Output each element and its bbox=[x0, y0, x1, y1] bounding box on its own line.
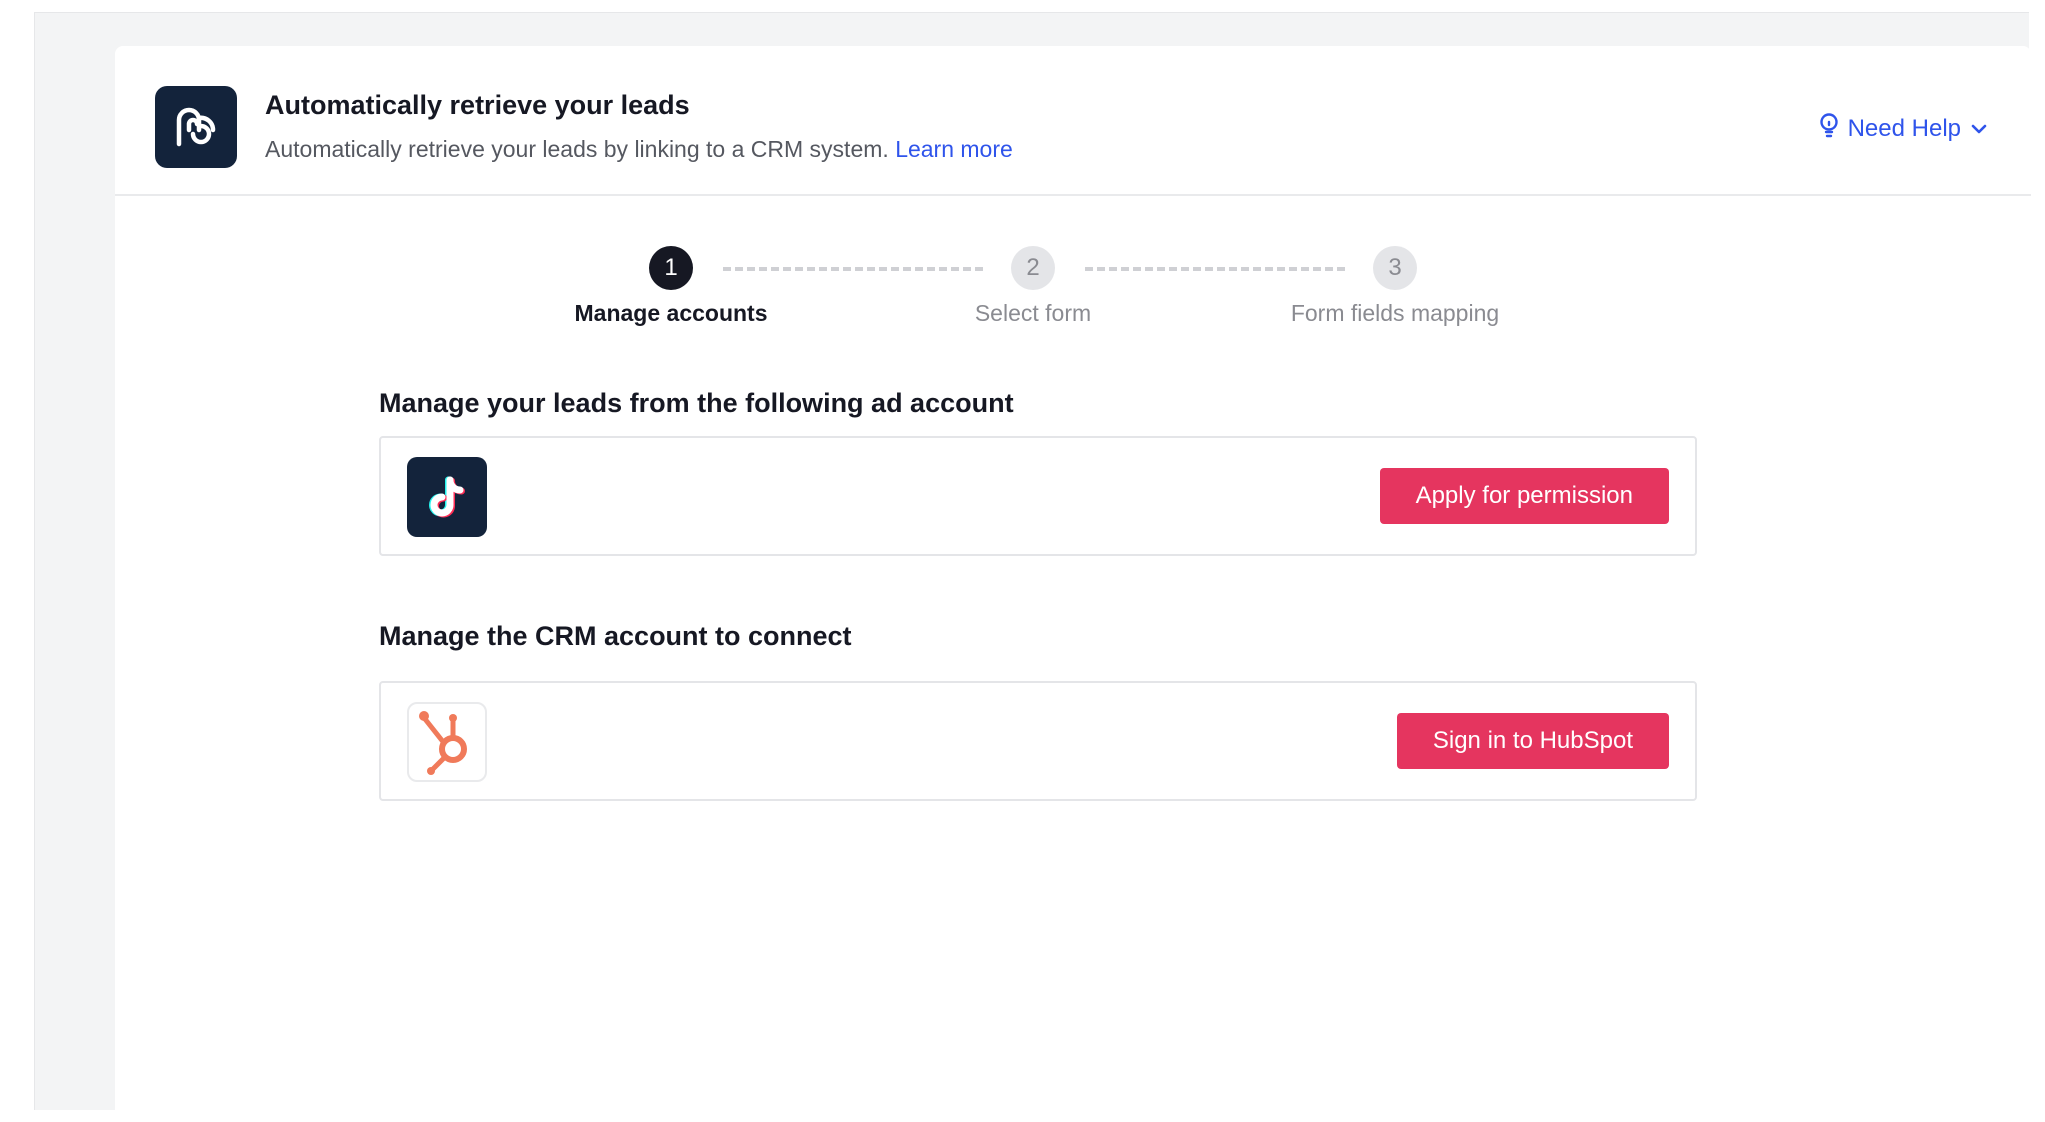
ad-account-section-title: Manage your leads from the following ad … bbox=[379, 388, 1014, 418]
hubspot-logo-icon bbox=[407, 702, 487, 782]
learn-more-link[interactable]: Learn more bbox=[895, 136, 1013, 162]
crm-account-section-title: Manage the CRM account to connect bbox=[379, 621, 852, 651]
need-help-label: Need Help bbox=[1847, 114, 1961, 142]
subtitle-text: Automatically retrieve your leads by lin… bbox=[265, 136, 889, 162]
page-title: Automatically retrieve your leads bbox=[265, 90, 690, 120]
ad-account-box: Apply for permission bbox=[379, 436, 1697, 556]
progress-stepper: 1 Manage accounts 2 Select form 3 Form f… bbox=[115, 246, 2031, 336]
lightbulb-icon bbox=[1818, 112, 1840, 145]
apply-for-permission-button[interactable]: Apply for permission bbox=[1379, 468, 1669, 524]
step-3-label: Form fields mapping bbox=[1290, 300, 1500, 326]
step-2[interactable]: 2 Select form bbox=[883, 246, 1183, 327]
page-subtitle: Automatically retrieve your leads by lin… bbox=[265, 136, 1013, 163]
chevron-down-icon bbox=[1969, 115, 1989, 143]
step-1-label: Manage accounts bbox=[574, 300, 768, 326]
page-background: Automatically retrieve your leads Automa… bbox=[34, 12, 2031, 1122]
tiktok-logo-icon bbox=[407, 457, 487, 537]
step-3[interactable]: 3 Form fields mapping bbox=[1245, 246, 1545, 327]
leads-app-icon bbox=[155, 86, 237, 168]
step-2-label: Select form bbox=[974, 300, 1092, 326]
crm-account-box: Sign in to HubSpot bbox=[379, 681, 1697, 801]
need-help-dropdown[interactable]: Need Help bbox=[1818, 112, 1989, 145]
step-1[interactable]: 1 Manage accounts bbox=[521, 246, 821, 327]
sign-in-hubspot-button[interactable]: Sign in to HubSpot bbox=[1396, 713, 1669, 769]
step-2-number: 2 bbox=[1011, 246, 1055, 290]
main-card: Automatically retrieve your leads Automa… bbox=[115, 46, 2031, 1122]
card-header: Automatically retrieve your leads Automa… bbox=[115, 46, 2031, 196]
step-1-number: 1 bbox=[649, 246, 693, 290]
step-3-number: 3 bbox=[1373, 246, 1417, 290]
